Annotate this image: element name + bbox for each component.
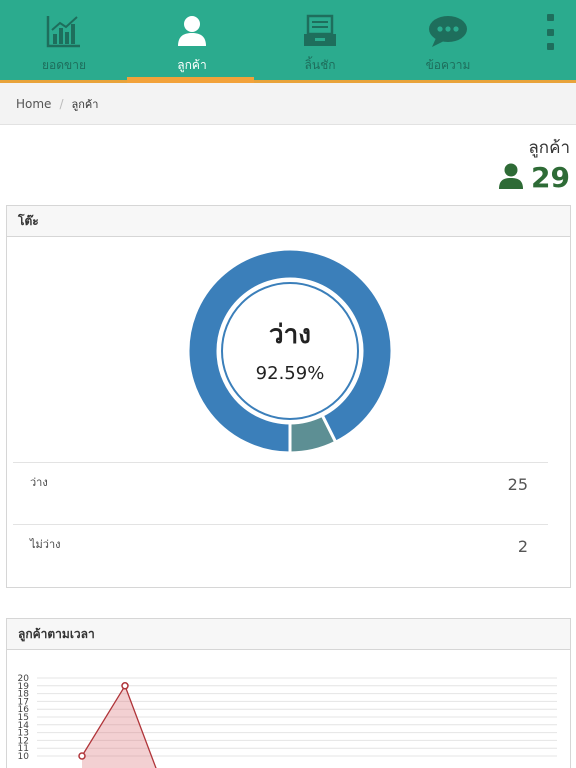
stat-label: ว่าง	[30, 476, 48, 489]
customers-time-panel: ลูกค้าตามเวลา 20 19 18 17 16 15 14 13 12 11 10	[6, 618, 571, 768]
stat-row-free: ว่าง 25	[13, 462, 548, 524]
nav-tab-drawer[interactable]: ลิ้นชัก	[256, 0, 384, 80]
drawer-icon	[256, 12, 384, 50]
donut-center: ว่าง 92.59%	[185, 314, 395, 384]
nav-tab-customers[interactable]: ลูกค้า	[128, 0, 256, 80]
top-navigation: ยอดขาย ลูกค้า ลิ้นชัก ข้อความ	[0, 0, 576, 80]
more-menu-icon[interactable]	[538, 14, 562, 50]
user-icon	[499, 163, 524, 193]
breadcrumb-current: ลูกค้า	[71, 97, 99, 111]
customer-count: ลูกค้า 29	[499, 134, 570, 193]
tables-panel: โต๊ะ ว่าง 92.59% ว่าง 25 ไม่ว่าง 2	[6, 205, 571, 588]
breadcrumb: Home / ลูกค้า	[0, 83, 576, 125]
stat-row-busy: ไม่ว่าง 2	[13, 524, 548, 586]
nav-tab-sales[interactable]: ยอดขาย	[0, 0, 128, 80]
stat-value: 2	[517, 537, 528, 556]
nav-label: ข้อความ	[425, 58, 471, 72]
bar-chart-icon	[0, 12, 128, 50]
panel-title: โต๊ะ	[7, 206, 570, 237]
data-point[interactable]	[78, 752, 86, 760]
data-point[interactable]	[121, 682, 129, 690]
nav-label: ลูกค้า	[177, 58, 207, 72]
stat-label: ไม่ว่าง	[30, 538, 61, 551]
nav-label: ยอดขาย	[41, 58, 86, 72]
nav-tab-messages[interactable]: ข้อความ	[384, 0, 512, 80]
tables-donut-chart: ว่าง 92.59%	[185, 246, 395, 456]
customers-time-chart: 2019181716151413121110	[18, 674, 557, 768]
donut-center-label: ว่าง	[269, 320, 311, 350]
customer-count-value: 29	[531, 161, 570, 194]
y-tick-label: 10	[18, 752, 30, 762]
nav-label: ลิ้นชัก	[304, 58, 336, 72]
customer-count-label: ลูกค้า	[528, 138, 570, 158]
breadcrumb-home[interactable]: Home	[16, 97, 51, 111]
chat-icon	[384, 12, 512, 50]
stat-value: 25	[507, 475, 528, 494]
panel-title: ลูกค้าตามเวลา	[7, 619, 570, 650]
user-icon	[128, 12, 256, 50]
donut-center-percent: 92.59%	[255, 363, 325, 384]
breadcrumb-separator: /	[59, 96, 64, 111]
